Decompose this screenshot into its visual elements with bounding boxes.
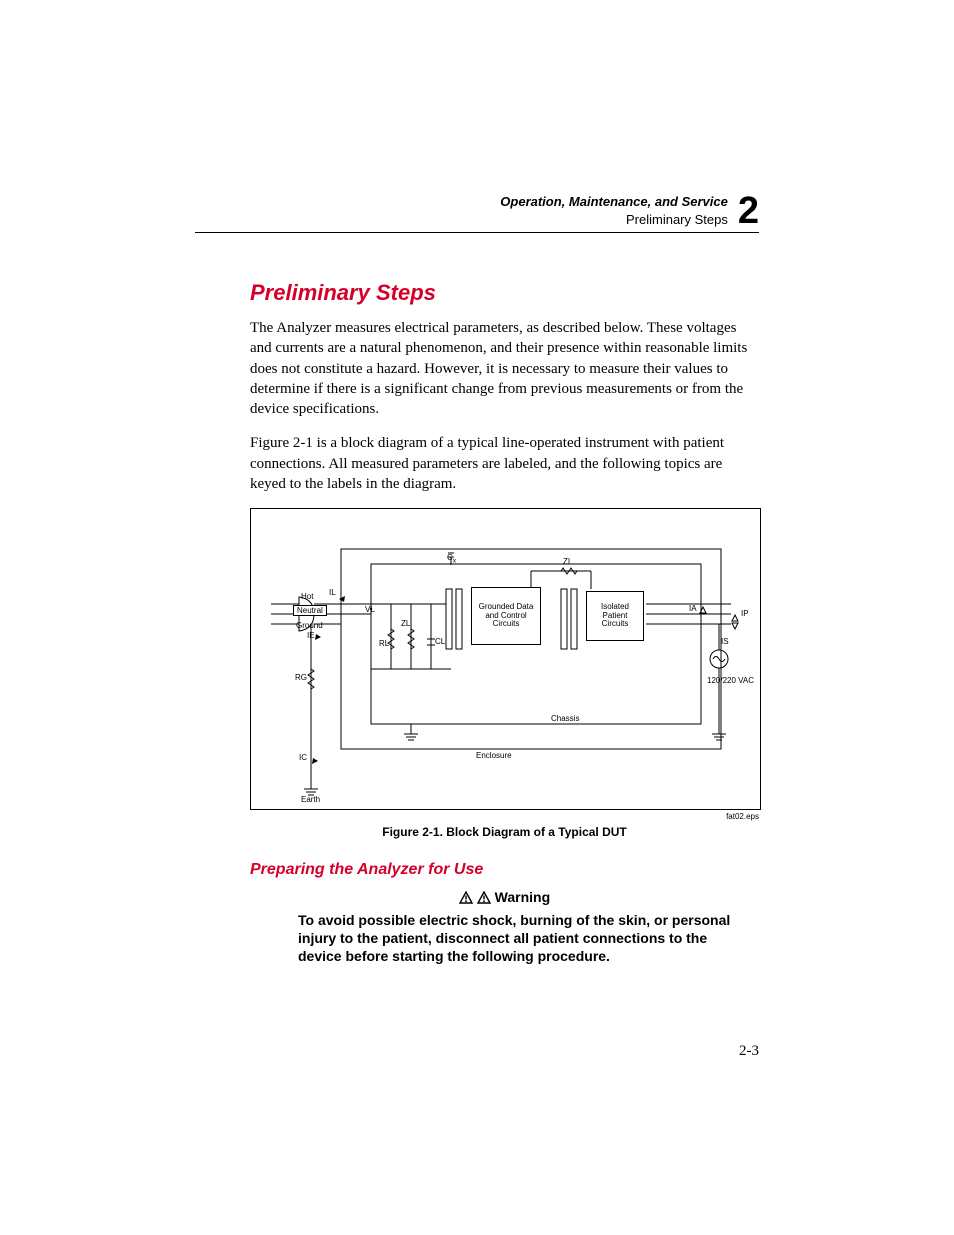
header-rule	[195, 232, 759, 233]
header-subtitle: Preliminary Steps	[626, 212, 728, 227]
label-zi: ZI	[563, 557, 570, 566]
block-diagram: Hot Neutral Ground IL IE VL RL ZL CL Cx …	[250, 508, 761, 810]
warning-text: To avoid possible electric shock, burnin…	[298, 911, 735, 966]
label-ground: Ground	[296, 621, 323, 630]
label-vl: VL	[365, 605, 375, 614]
warning-icon	[459, 891, 473, 904]
figure-filename: fat02.eps	[250, 812, 759, 821]
figure-caption: Figure 2-1. Block Diagram of a Typical D…	[250, 825, 759, 839]
diagram-svg	[251, 509, 760, 809]
running-header: Operation, Maintenance, and Service Prel…	[500, 192, 759, 230]
label-chassis: Chassis	[551, 714, 579, 723]
warning-icon	[477, 891, 491, 904]
body-paragraph: Figure 2-1 is a block diagram of a typic…	[250, 433, 759, 494]
header-title: Operation, Maintenance, and Service	[500, 194, 728, 209]
label-ia: IA	[689, 604, 697, 613]
chapter-number: 2	[738, 192, 759, 230]
label-il: IL	[329, 588, 336, 597]
label-rg: RG	[295, 673, 307, 682]
label-ie: IE	[307, 631, 315, 640]
label-vac: 120/220 VAC	[707, 677, 754, 685]
block-grounded-circuits: Grounded Data and Control Circuits	[471, 587, 541, 645]
label-neutral: Neutral	[293, 605, 327, 616]
warning-label: Warning	[495, 889, 550, 905]
label-enclosure: Enclosure	[476, 751, 512, 760]
label-ip: IP	[741, 609, 749, 618]
label-earth: Earth	[301, 795, 320, 804]
label-hot: Hot	[301, 592, 313, 601]
block-isolated-circuits: Isolated Patient Circuits	[586, 591, 644, 641]
figure: Hot Neutral Ground IL IE VL RL ZL CL Cx …	[250, 508, 759, 839]
subsection-heading: Preparing the Analyzer for Use	[250, 861, 759, 879]
section-heading: Preliminary Steps	[250, 280, 759, 306]
label-rl: RL	[379, 639, 389, 648]
label-ic: IC	[299, 753, 307, 762]
label-cx: Cx	[447, 553, 456, 565]
label-cl: CL	[435, 637, 445, 646]
page-number: 2-3	[739, 1043, 759, 1060]
label-is: IS	[721, 637, 729, 646]
warning-heading: Warning	[250, 889, 759, 905]
body-paragraph: The Analyzer measures electrical paramet…	[250, 318, 759, 419]
label-zl: ZL	[401, 619, 410, 628]
document-page: Operation, Maintenance, and Service Prel…	[0, 0, 954, 1235]
